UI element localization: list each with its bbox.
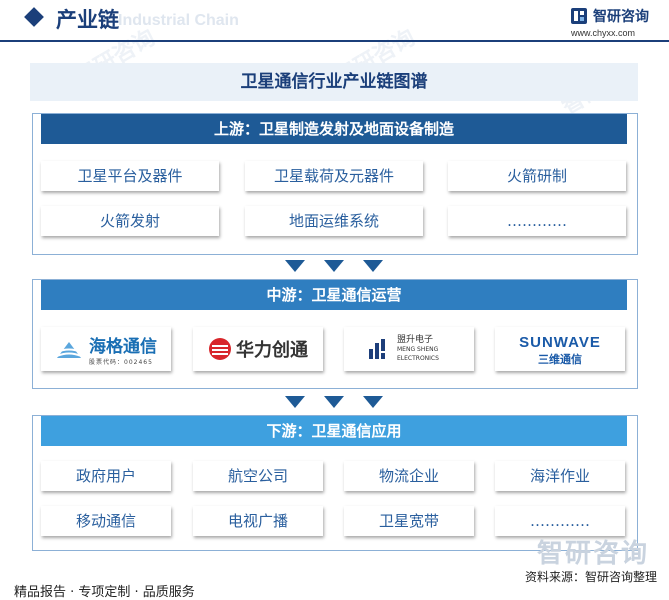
- header-divider: [0, 40, 669, 42]
- downstream-item: 政府用户: [41, 461, 171, 491]
- upstream-item: 地面运维系统: [245, 206, 423, 236]
- company-name: 海格通信: [89, 337, 157, 357]
- footer-watermark: 智研咨询: [536, 539, 649, 569]
- company-logo-sunwave: SUNWAVE 三维通信: [495, 327, 625, 371]
- flow-arrows: [0, 396, 669, 410]
- down-arrow-icon: [363, 260, 383, 272]
- footer-tagline: 精品报告 · 专项定制 · 品质服务: [14, 585, 195, 600]
- data-source: 资料来源：智研咨询整理: [524, 570, 657, 584]
- page-header: Industrial Chain 产业链 智研咨询 www.chyxx.com: [0, 0, 669, 42]
- brand-url: www.chyxx.com: [571, 28, 636, 38]
- company-sub: 股票代码：002465: [89, 359, 153, 366]
- company-logo-haige: 海格通信 股票代码：002465: [41, 327, 171, 371]
- company-name: SUNWAVE: [519, 333, 601, 351]
- downstream-item: 移动通信: [41, 506, 171, 536]
- upstream-item: 卫星平台及器件: [41, 161, 219, 191]
- mengsheng-logo-icon: [369, 339, 385, 359]
- company-logo-mengsheng: 盟升电子 MENG SHENG ELECTRONICS: [344, 327, 474, 371]
- haige-logo-icon: [56, 342, 82, 358]
- diagram-title: 卫星通信行业产业链图谱: [30, 63, 638, 101]
- brand-logo-icon: [571, 8, 587, 24]
- down-arrow-icon: [324, 260, 344, 272]
- upstream-panel: 上游：卫星制造发射及地面设备制造 卫星平台及器件 卫星载荷及元器件 火箭研制 火…: [32, 113, 638, 255]
- upstream-item: …………: [448, 206, 626, 236]
- brand-name: 智研咨询: [593, 9, 649, 25]
- company-name: 盟升电子: [397, 334, 434, 345]
- down-arrow-icon: [285, 260, 305, 272]
- upstream-header: 上游：卫星制造发射及地面设备制造: [41, 114, 627, 144]
- downstream-header: 下游：卫星通信应用: [41, 416, 627, 446]
- brand: 智研咨询 www.chyxx.com: [571, 6, 657, 38]
- company-name: 华力创通: [236, 340, 308, 361]
- down-arrow-icon: [363, 396, 383, 408]
- company-sub: 三维通信: [537, 352, 582, 366]
- downstream-panel: 下游：卫星通信应用 政府用户 航空公司 物流企业 海洋作业 移动通信 电视广播 …: [32, 415, 638, 551]
- downstream-item: 卫星宽带: [344, 506, 474, 536]
- diamond-icon: [24, 7, 44, 27]
- company-logo-hualichuangtong: 华力创通: [193, 327, 323, 371]
- downstream-item: 电视广播: [193, 506, 323, 536]
- hualichuangtong-logo-icon: [209, 338, 231, 360]
- upstream-item: 卫星载荷及元器件: [245, 161, 423, 191]
- upstream-item: 火箭研制: [448, 161, 626, 191]
- downstream-item: 航空公司: [193, 461, 323, 491]
- page-title: 产业链: [56, 8, 119, 32]
- company-sub: MENG SHENG ELECTRONICS: [397, 345, 439, 362]
- down-arrow-icon: [324, 396, 344, 408]
- midstream-panel: 中游：卫星通信运营 海格通信 股票代码：002465 华力创通 盟升电子 MEN…: [32, 279, 638, 389]
- midstream-header: 中游：卫星通信运营: [41, 280, 627, 310]
- header-watermark-en: Industrial Chain: [118, 12, 239, 29]
- flow-arrows: [0, 260, 669, 274]
- downstream-item: …………: [495, 506, 625, 536]
- downstream-item: 海洋作业: [495, 461, 625, 491]
- downstream-item: 物流企业: [344, 461, 474, 491]
- upstream-item: 火箭发射: [41, 206, 219, 236]
- down-arrow-icon: [285, 396, 305, 408]
